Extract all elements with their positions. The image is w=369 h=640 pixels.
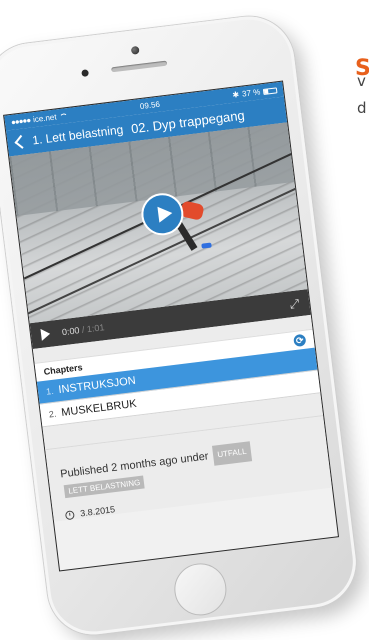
play-icon (157, 205, 174, 223)
current-time: 0:00 (61, 325, 81, 338)
phone-device: ●●●●● ice.net 09.56 ✱ 37 % 1. Lett belas… (0, 11, 362, 640)
background-text-fragment-1: v (357, 72, 366, 90)
chapter-number: 1. (45, 385, 55, 397)
time-separator: / (81, 324, 86, 335)
app-screen: ●●●●● ice.net 09.56 ✱ 37 % 1. Lett belas… (3, 80, 340, 572)
background-text-fragment-2: d (357, 99, 367, 117)
carrier-name: ice.net (32, 112, 58, 125)
clock-icon (64, 509, 75, 520)
signal-icon: ●●●●● (10, 115, 31, 127)
chapter-number: 2. (48, 408, 58, 420)
chapters-title: Chapters (43, 362, 84, 377)
controls-play-icon[interactable] (40, 327, 51, 341)
total-time: 1:01 (86, 322, 105, 335)
wifi-icon (59, 112, 68, 120)
chapter-label: MUSKELBRUK (60, 397, 138, 419)
battery-percent: 37 % (241, 87, 261, 99)
battery-icon (262, 86, 278, 95)
fullscreen-icon[interactable]: ⤢ (289, 296, 300, 312)
refresh-icon[interactable]: ⟳ (293, 333, 307, 348)
video-player[interactable] (9, 122, 340, 324)
back-chevron-icon[interactable] (14, 134, 29, 149)
bluetooth-icon: ✱ (231, 90, 240, 100)
status-time: 09.56 (139, 99, 161, 112)
chapter-label: INSTRUKSJON (57, 374, 137, 397)
publish-date: 3.8.2015 (79, 504, 116, 519)
